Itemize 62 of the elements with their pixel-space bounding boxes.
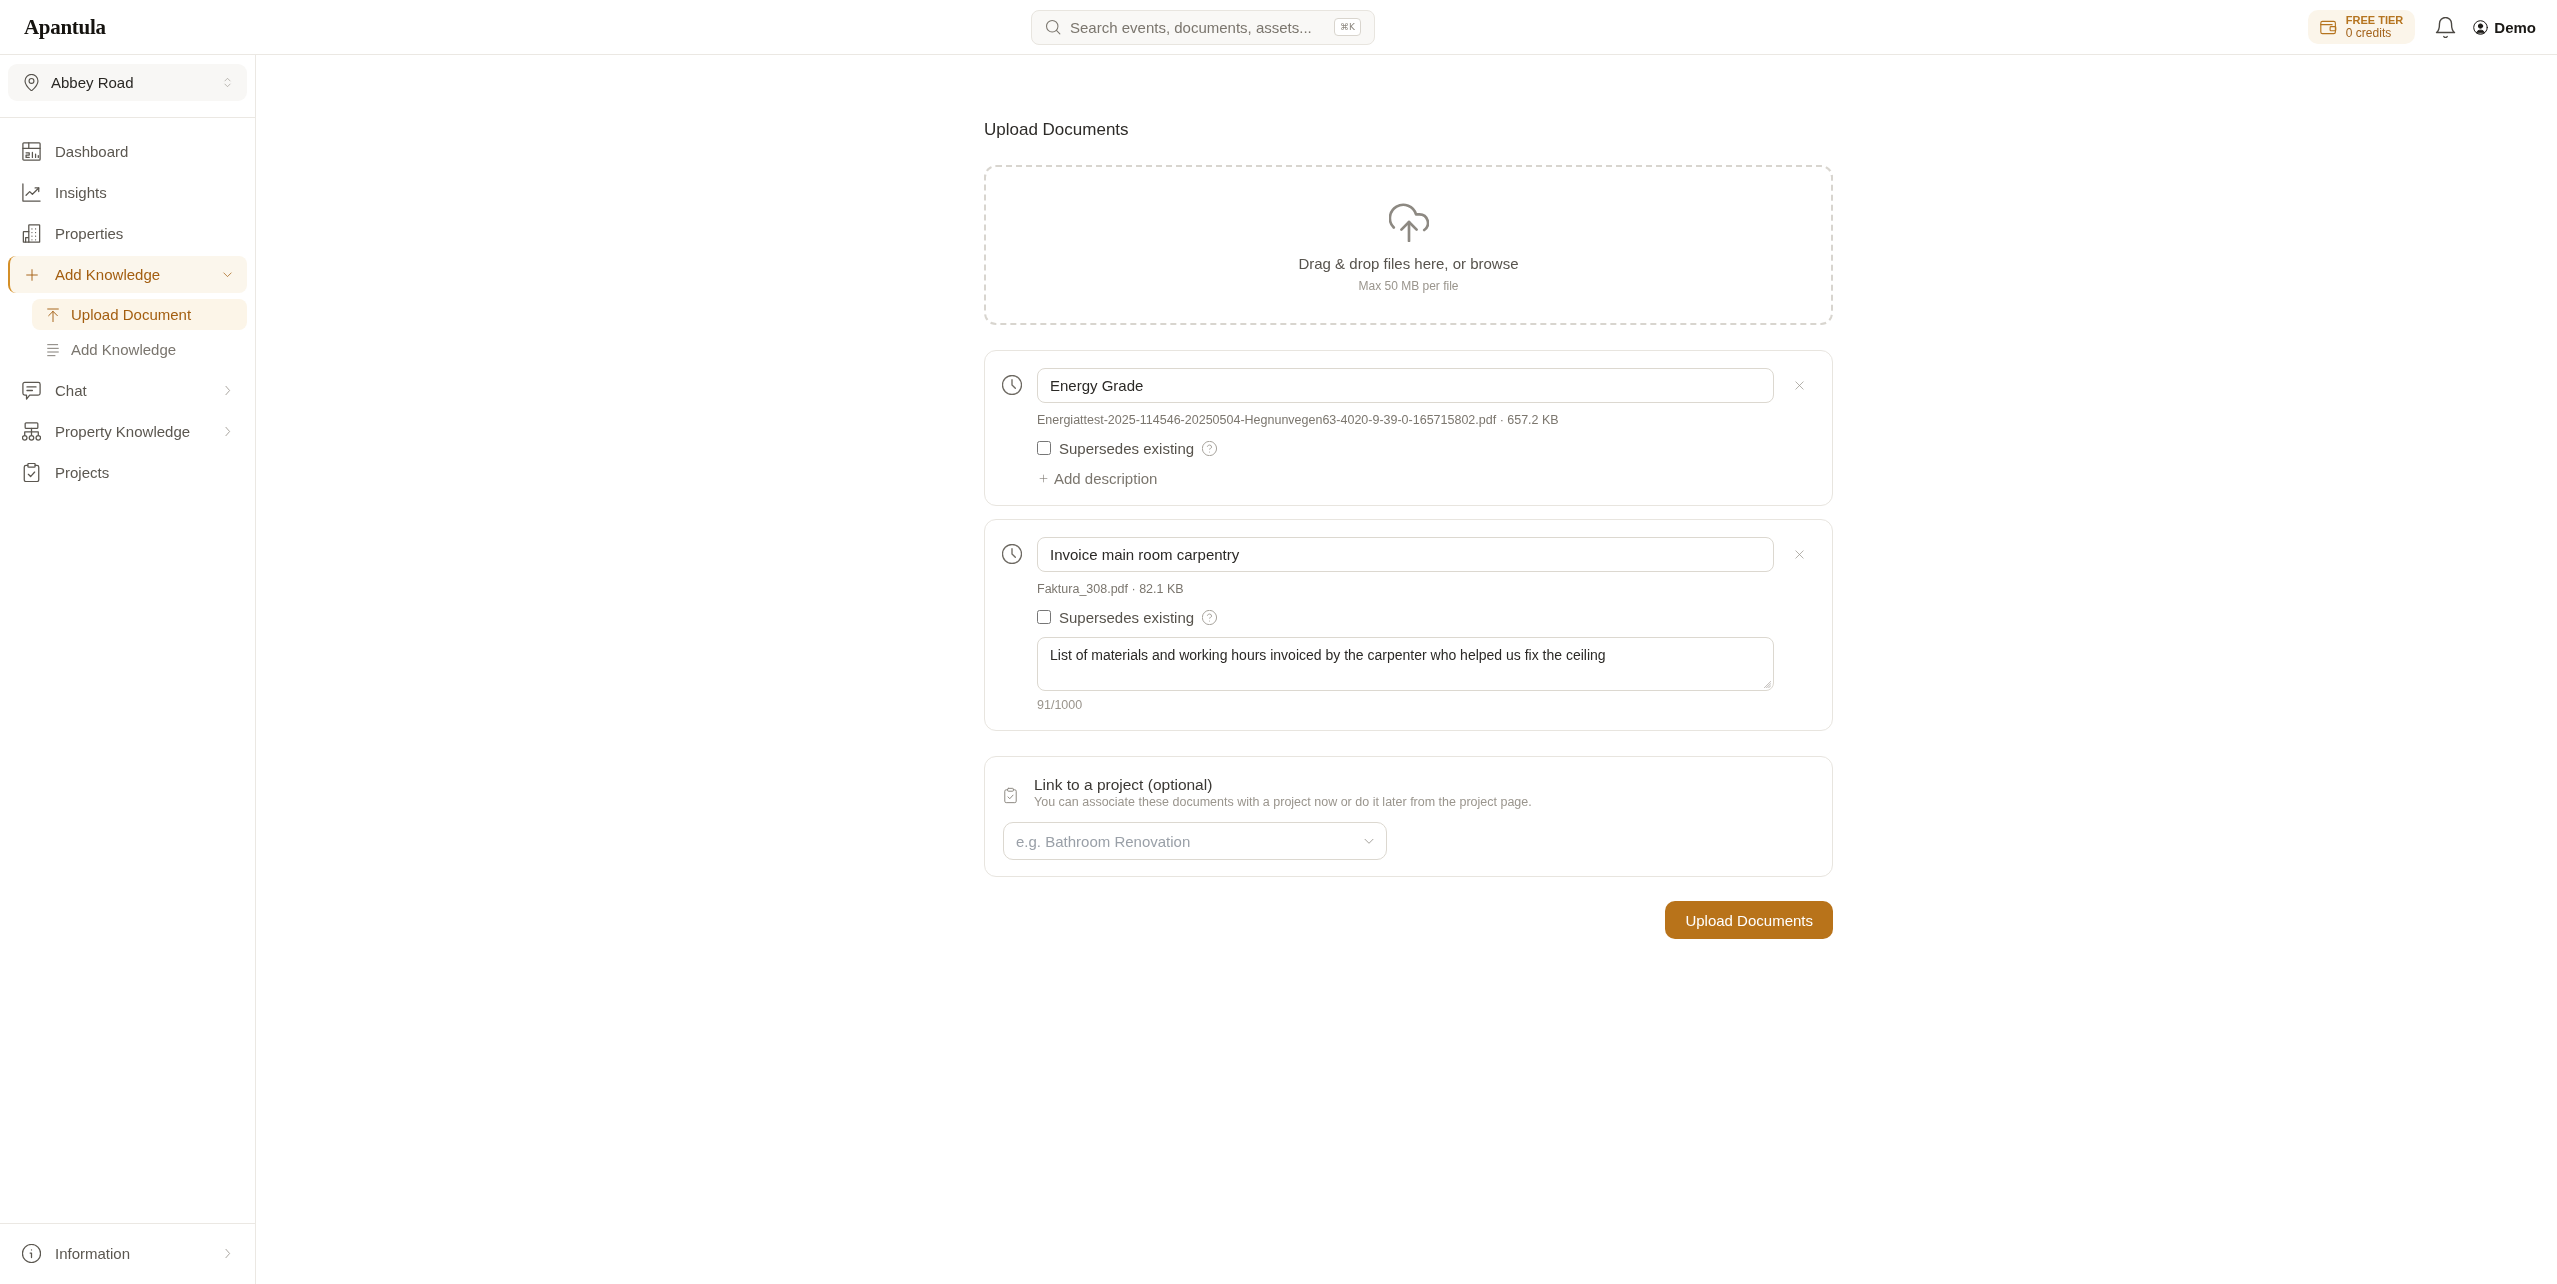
map-pin-icon [23, 74, 40, 91]
nav-item[interactable]: Properties [8, 215, 247, 252]
checkbox[interactable] [1037, 610, 1051, 624]
info-icon [22, 1244, 41, 1263]
user-menu[interactable]: Demo [2473, 18, 2536, 36]
help-icon[interactable] [1202, 440, 1218, 456]
text-lines-icon [46, 342, 60, 357]
panel-chart-icon [22, 142, 41, 161]
close-icon[interactable] [1794, 380, 1805, 391]
nav-subitem[interactable]: Add Knowledge [32, 334, 247, 365]
search-icon [1045, 19, 1061, 35]
chat-bubble-icon [22, 381, 41, 400]
clock-icon [1002, 544, 1022, 564]
plan-badge[interactable]: FREE TIER 0 credits [2307, 10, 2416, 44]
character-count: 91/1000 [1037, 698, 1083, 712]
nav-item[interactable]: Information [8, 1235, 247, 1272]
title-input[interactable]: Invoice main room carpentry [1037, 537, 1774, 572]
cloud-upload-icon [1388, 201, 1429, 242]
shortcut-hint: ⌘K [1334, 18, 1361, 36]
project-hint: You can associate these documents with a project now or do it later from the project page. [1034, 794, 1532, 810]
plan-tier-label: FREE TIER [2345, 14, 2404, 27]
title-input[interactable]: Energy Grade [1037, 368, 1774, 403]
app-logo[interactable]: Apantula [24, 14, 106, 40]
file-info: Faktura_308.pdf · 82.1 KB [1037, 581, 1184, 597]
location-selector[interactable]: Abbey Road [8, 64, 247, 101]
nav-item[interactable]: Insights [8, 174, 247, 211]
credits-label: 0 credits [2345, 27, 2393, 40]
nav-item[interactable]: Chat [8, 372, 247, 409]
resize-grip-icon [1762, 679, 1771, 688]
project-title: Link to a project (optional) [1034, 775, 1214, 794]
chevrons-up-down-icon [222, 76, 233, 89]
wallet-icon [2319, 18, 2337, 36]
nav-item[interactable]: Projects [8, 454, 247, 491]
hierarchy-icon [22, 422, 41, 441]
page-title: Upload Documents [984, 119, 1130, 141]
close-icon[interactable] [1794, 549, 1805, 560]
clipboard-check-icon [1003, 787, 1018, 804]
help-icon[interactable] [1202, 609, 1218, 625]
upload-button[interactable]: Upload Documents [1665, 901, 1833, 939]
nav-item[interactable]: Dashboard [8, 133, 247, 170]
line-chart-icon [22, 183, 41, 202]
checkbox-label: Supersedes existing [1059, 608, 1195, 626]
checkbox-label: Supersedes existing [1059, 439, 1195, 457]
nav-subitem[interactable]: Upload Document [32, 299, 247, 330]
search-field[interactable]: Search events, documents, assets... ⌘K [1031, 9, 1375, 45]
file-info: Energiattest-2025-114546-20250504-Hegnunvegen63-4020-9-39-0-165715802.pdf · 657.2 KB [1037, 412, 1559, 428]
description-field[interactable]: List of materials and working hours invoiced by the carpenter who helped us fix the ceiling [1037, 637, 1774, 691]
dropzone[interactable]: Drag & drop files here, or browse Max 50 MB per file [984, 165, 1833, 325]
clipboard-check-icon [22, 463, 41, 482]
bell-icon[interactable] [2435, 16, 2457, 38]
dropzone-prompt: Drag & drop files here, or browse [1298, 254, 1519, 272]
nav-item[interactable]: Add Knowledge [8, 256, 247, 293]
plus-icon [1039, 474, 1048, 483]
building-icon [22, 224, 41, 243]
clock-icon [1002, 375, 1022, 395]
size-limit-text: Max 50 MB per file [1358, 278, 1459, 293]
user-circle-icon [2473, 19, 2489, 35]
add-description-link[interactable]: Add description [1037, 470, 1158, 487]
checkbox[interactable] [1037, 441, 1051, 455]
plus-icon [25, 267, 39, 282]
arrow-up-to-line-icon [46, 307, 60, 322]
nav-item[interactable]: Property Knowledge [8, 413, 247, 450]
